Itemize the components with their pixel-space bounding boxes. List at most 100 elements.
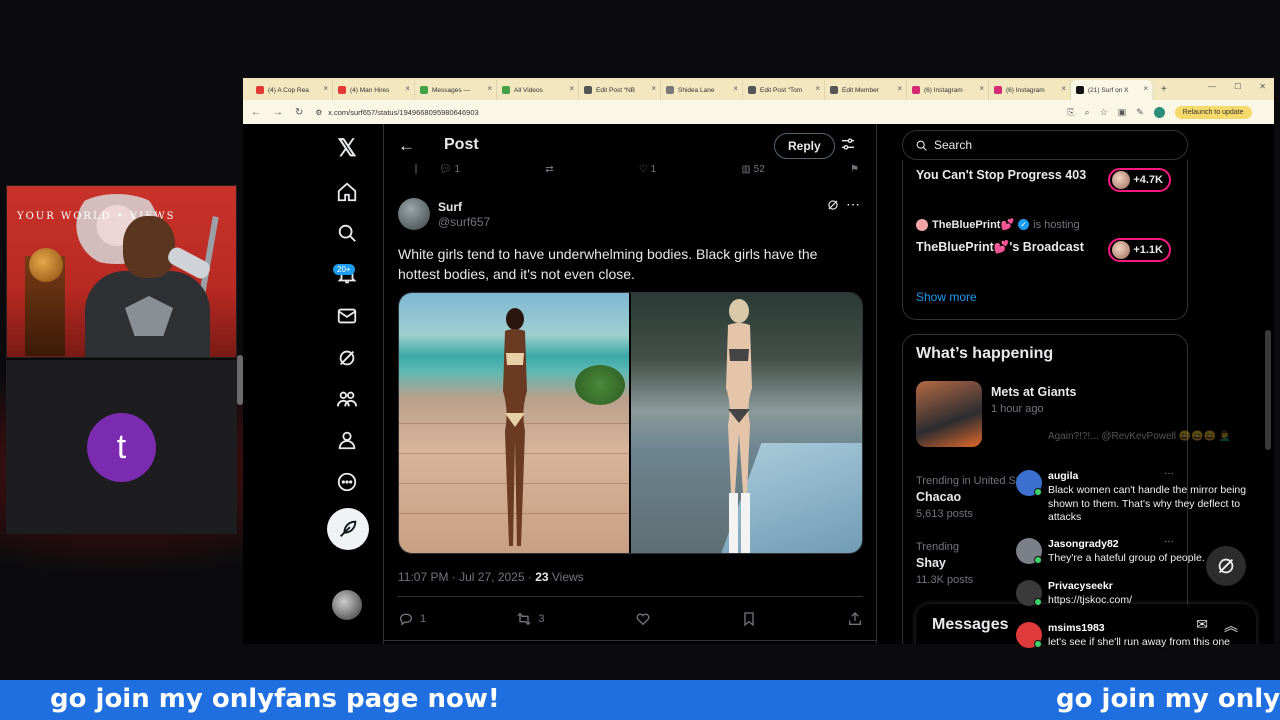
grok-explain-icon[interactable] [826,198,840,212]
extensions-icon[interactable]: ✎ [1136,107,1144,118]
like-action[interactable] [635,611,651,627]
author-avatar[interactable] [398,198,430,230]
tab-close-icon[interactable]: × [897,84,902,93]
notifications-bell-icon[interactable] [327,255,367,295]
browser-tab[interactable]: (6) Instagram × [907,80,989,100]
chat-username: Jasongrady82 [1048,538,1119,550]
trend-item[interactable]: Trending in United St Chacao 5,613 posts [916,475,1019,520]
maximize-icon[interactable]: ☐ [1234,82,1241,91]
webcam-feed: YOUR WORLD • VIEWS [6,185,237,358]
tab-close-icon[interactable]: × [1143,84,1148,93]
new-tab-button[interactable]: + [1161,84,1167,95]
post-text: White girls tend to have underwhelming b… [398,246,818,282]
browser-tab[interactable]: (21) Surf on X × [1071,80,1153,100]
reload-icon[interactable]: ↻ [295,107,303,118]
tab-title: (4) Man Hires [350,86,390,94]
browser-tab[interactable]: Edit Post “NB × [579,80,661,100]
browser-tab[interactable]: (6) Instagram × [989,80,1071,100]
tab-favicon-icon [912,86,920,94]
more-options-icon[interactable] [327,462,367,502]
reply-button[interactable]: Reply [774,133,835,159]
close-window-icon[interactable]: ✕ [1259,82,1266,91]
tab-close-icon[interactable]: × [651,84,656,93]
forward-nav-icon[interactable]: → [273,107,283,118]
tab-close-icon[interactable]: × [569,84,574,93]
host-avatar-icon [916,218,928,231]
stream-chat-overlay: Again?!?!... @RevKevPowell 😄😄😄 🤦‍♂️ augi… [1012,420,1274,660]
browser-tab[interactable]: Messages — × [415,80,497,100]
browser-tab[interactable]: Edit Member × [825,80,907,100]
space-listener-pill-2[interactable]: +1.1K [1108,238,1171,262]
tab-close-icon[interactable]: × [1061,84,1066,93]
tab-title: All Videos [514,86,543,94]
post-more-icon[interactable]: ⋯ [846,196,860,213]
show-more-link[interactable]: Show more [916,290,977,304]
tab-close-icon[interactable]: × [815,84,820,93]
tab-close-icon[interactable]: × [487,84,492,93]
post-image-right[interactable] [631,293,862,553]
tab-close-icon[interactable]: × [405,84,410,93]
home-icon[interactable] [327,172,367,212]
relaunch-button[interactable]: Relaunch to update [1174,105,1252,119]
browser-tab[interactable]: Shidea Lane × [661,80,743,100]
bookmark-action[interactable] [741,611,757,627]
parent-reply-action[interactable]: 💬︎ 1 [439,164,460,180]
back-nav-icon[interactable]: ← [251,107,261,118]
tab-favicon-icon [748,86,756,94]
share-action[interactable] [847,611,863,627]
tab-close-icon[interactable]: × [323,84,328,93]
explore-search-icon[interactable] [327,213,367,253]
site-info-icon[interactable]: ⚙ [315,108,322,117]
space-title-1[interactable]: You Can't Stop Progress 403 [916,168,1106,182]
bookmark-star-icon[interactable]: ☆ [1100,107,1108,118]
parent-like-action[interactable]: ♡ 1 [639,164,656,180]
repost-action[interactable]: 3 [516,611,544,627]
host-name[interactable]: TheBluePrint💕 [932,218,1014,231]
post-image-left[interactable] [399,293,629,553]
space-listener-pill-1[interactable]: +4.7K [1108,168,1171,192]
browser-tab[interactable]: All Videos × [497,80,579,100]
messages-mail-icon[interactable] [327,296,367,336]
compose-post-button[interactable] [327,508,369,550]
window-controls: — ☐ ✕ [1208,82,1266,91]
grok-icon[interactable] [327,338,367,378]
post-media[interactable] [398,292,863,554]
chat-more-icon[interactable]: ··· [1164,468,1174,479]
event-name[interactable]: Mets at Giants [991,385,1076,399]
minimize-icon[interactable]: — [1208,82,1216,91]
ticker-text-repeat: go join my onlyfan [1056,684,1280,714]
parent-bookmark-icon[interactable]: ⚑ [850,164,859,180]
tab-close-icon[interactable]: × [733,84,738,93]
reply-action[interactable]: 1 [398,611,426,627]
event-thumbnail[interactable] [916,381,982,447]
account-avatar[interactable] [332,590,362,620]
parent-repost-action[interactable]: ⇄ [545,164,553,180]
trend-item[interactable]: Trending Shay 11.3K posts [916,541,973,586]
communities-icon[interactable] [327,379,367,419]
space-title-2[interactable]: TheBluePrint💕's Broadcast [916,240,1106,255]
zoom-icon[interactable]: ⌕ [1085,107,1090,118]
tab-close-icon[interactable]: × [979,84,984,93]
parent-views-action[interactable]: ▥ 52 [741,164,764,180]
browser-tab[interactable]: Edit Post “Tom × [743,80,825,100]
profile-avatar[interactable] [1153,106,1165,118]
event-time: 1 hour ago [991,403,1044,415]
x-logo-icon[interactable]: 𝕏 [327,128,367,168]
author-handle[interactable]: @surf657 [438,215,490,229]
browser-tab[interactable]: (4) Man Hires × [333,80,415,100]
browser-tab[interactable]: (4) A Cop Rea × [251,80,333,100]
profile-icon[interactable] [327,420,367,460]
install-icon[interactable]: ⎘ [1067,107,1074,118]
url-text: x.com/surf657/status/1949668095980646903 [328,107,479,117]
back-arrow-icon[interactable]: ← [398,136,415,156]
address-bar[interactable]: ⚙ x.com/surf657/status/19496680959806469… [315,103,1055,121]
sidebar-toggle-icon[interactable]: ▣ [1118,107,1127,118]
chat-username: Privacyseekr [1048,580,1113,592]
author-name[interactable]: Surf [438,200,462,214]
tab-title: Shidea Lane [678,86,715,94]
chat-more-icon[interactable]: ··· [1164,536,1174,547]
post-timestamp[interactable]: 11:07 PM · Jul 27, 2025 · [398,570,535,584]
reply-settings-icon[interactable] [840,136,856,152]
search-input[interactable]: Search [902,130,1188,160]
tab-title: (4) A Cop Rea [268,86,309,94]
